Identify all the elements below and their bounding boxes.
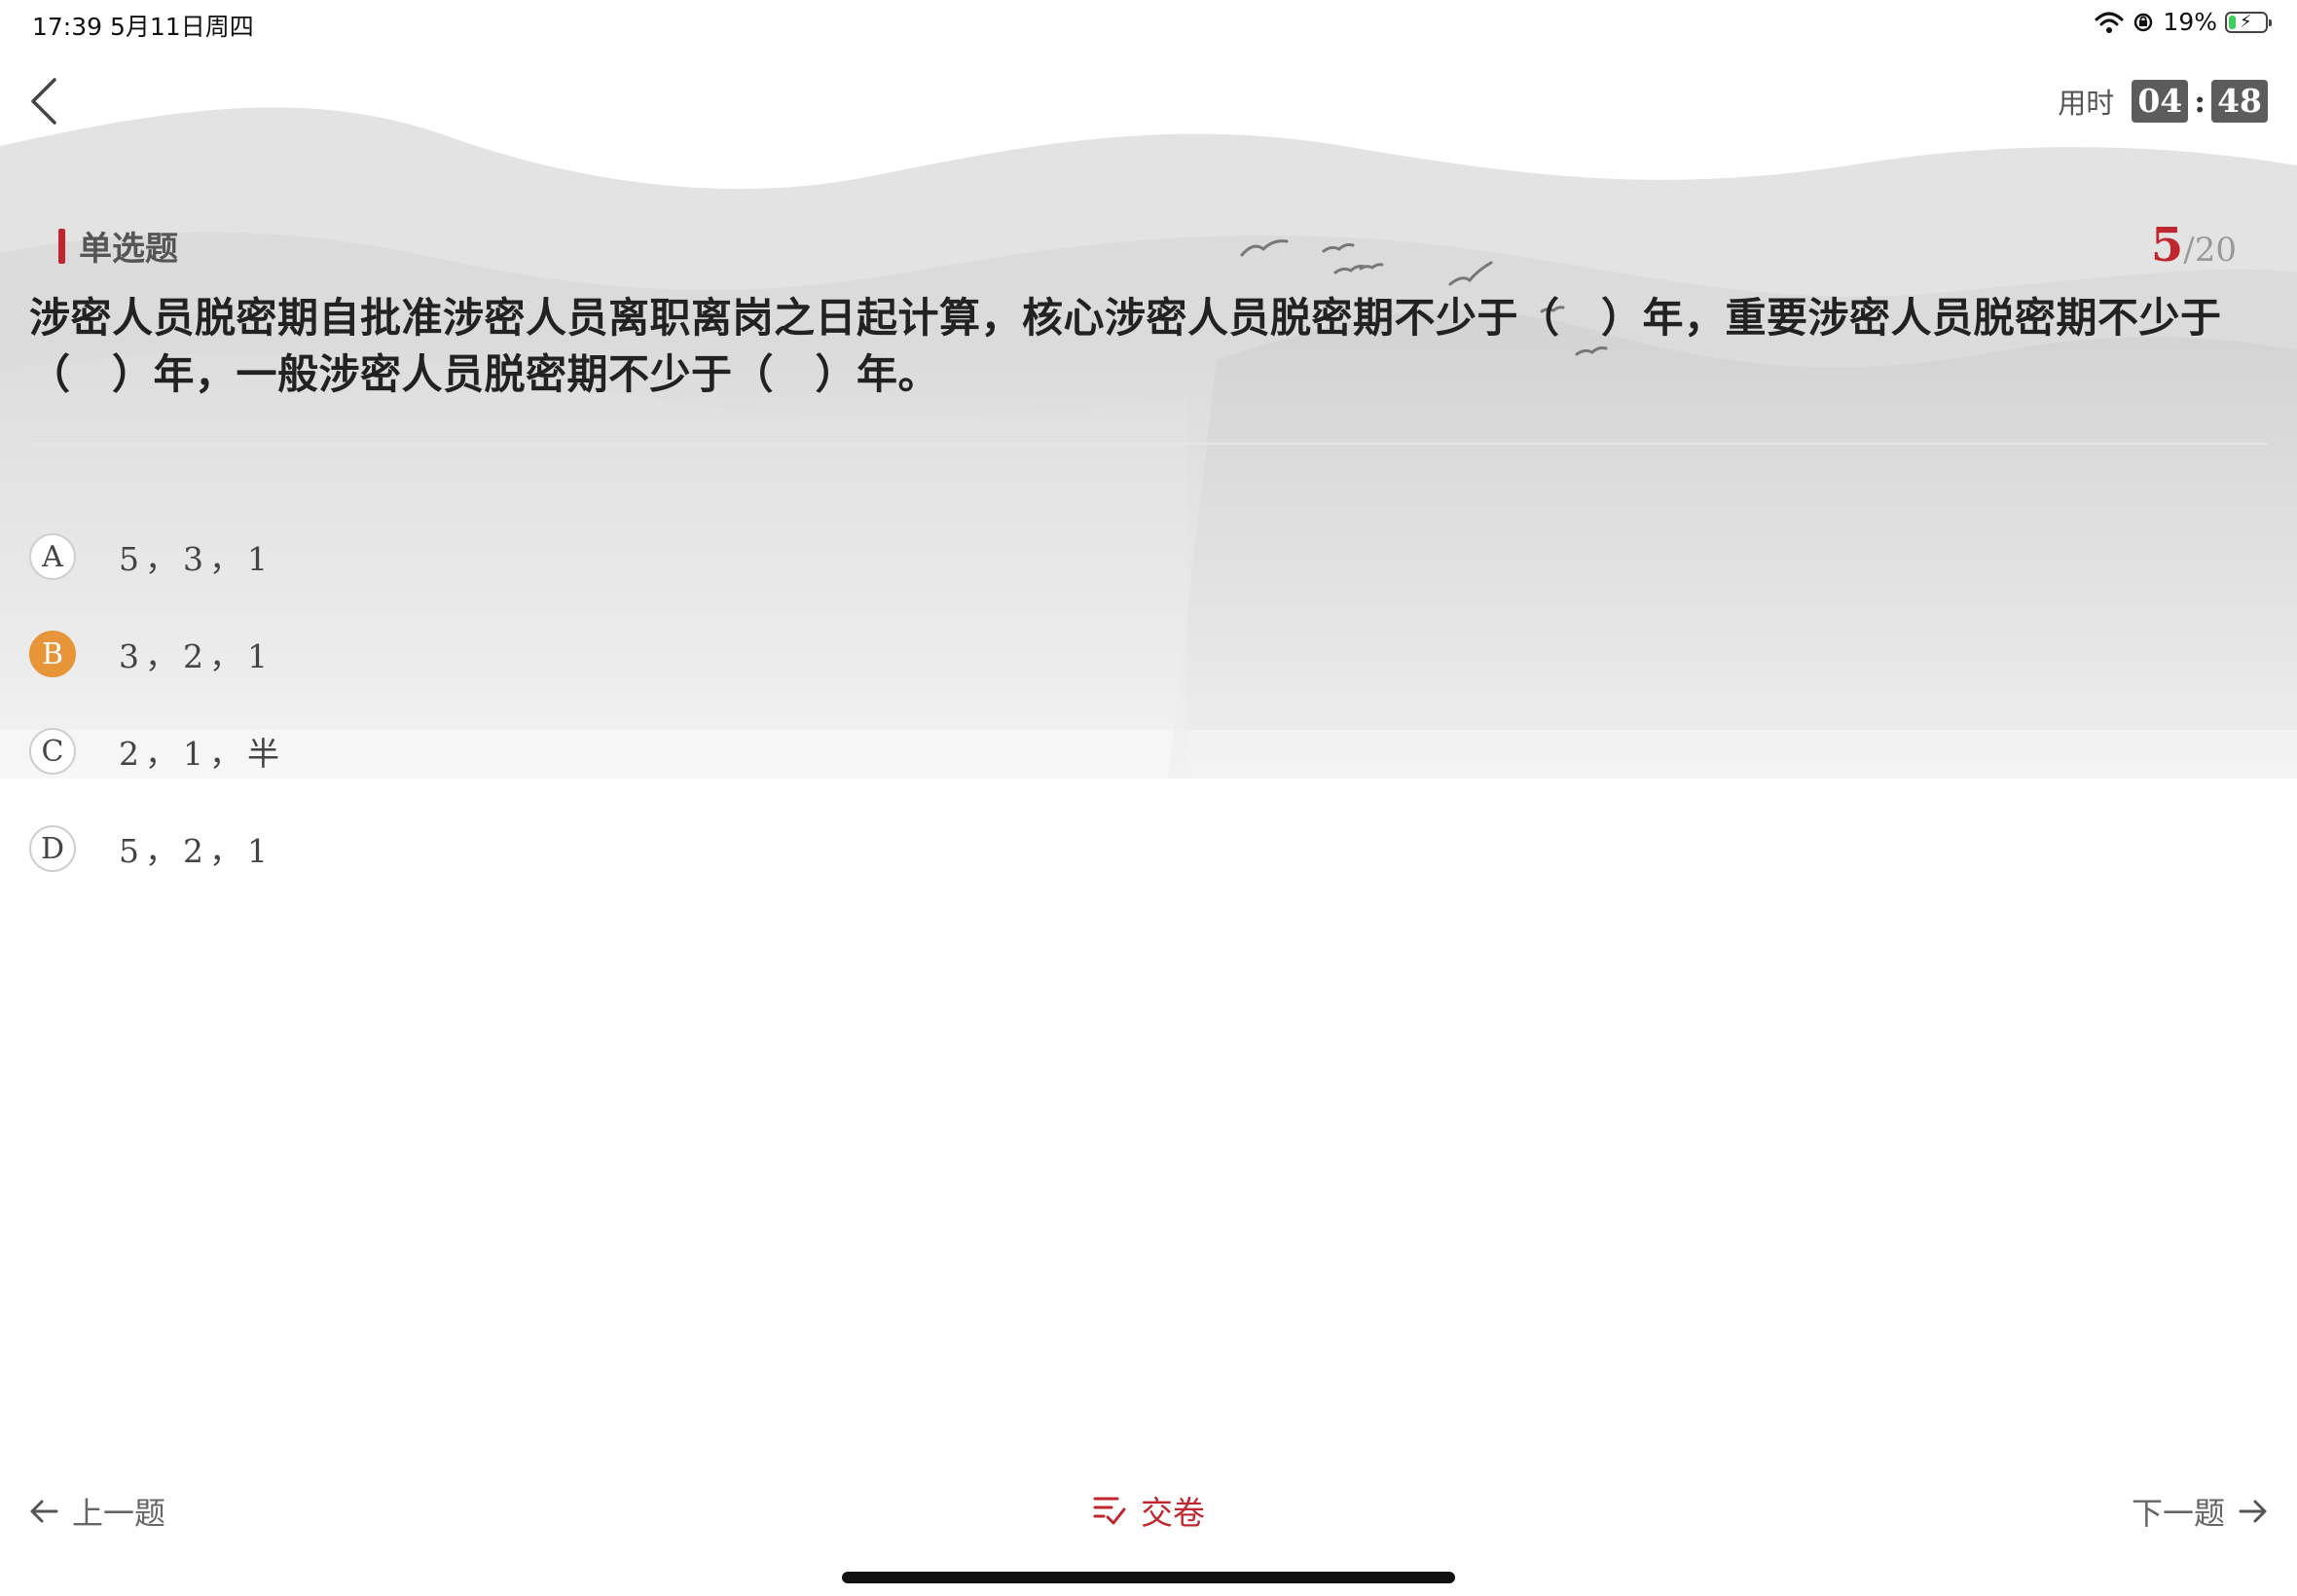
question-divider	[29, 443, 2268, 445]
previous-question-button[interactable]: 上一题	[29, 1489, 165, 1534]
question-progress: 5/20	[2151, 218, 2237, 272]
home-indicator	[842, 1572, 1455, 1583]
battery-icon: ⚡	[2225, 11, 2272, 33]
arrow-left-icon	[30, 1500, 58, 1523]
option-b[interactable]: B 3，2，1	[29, 605, 285, 703]
options-list: A 5，3，1 B 3，2，1 C 2，1，半 D 5，2，1	[29, 508, 285, 897]
charging-bolt-icon: ⚡	[2240, 11, 2252, 32]
question-type-label: 单选题	[79, 230, 178, 269]
submit-exam-button[interactable]: 交卷	[1092, 1487, 1205, 1534]
option-letter: A	[29, 533, 76, 580]
option-d[interactable]: D 5，2，1	[29, 800, 285, 897]
arrow-right-icon	[2239, 1500, 2267, 1523]
next-question-label: 下一题	[2131, 1495, 2225, 1532]
timer-colon: :	[2194, 83, 2206, 120]
current-question-number: 5	[2150, 218, 2184, 272]
battery-level	[2229, 15, 2236, 29]
option-letter: C	[29, 728, 76, 775]
option-text: 2，1，半	[119, 735, 285, 773]
timer-label: 用时	[2058, 87, 2115, 120]
status-time: 17:39 5月11日周四	[32, 13, 254, 41]
total-questions: /20	[2183, 231, 2237, 270]
question-type: 单选题	[58, 222, 178, 270]
option-text: 5，3，1	[119, 540, 273, 578]
next-question-button[interactable]: 下一题	[2132, 1489, 2268, 1534]
back-chevron-icon[interactable]	[25, 74, 64, 128]
submit-list-check-icon	[1093, 1497, 1126, 1525]
mountain-background	[0, 107, 2297, 1070]
elapsed-timer: 用时 04 : 48	[2058, 80, 2268, 123]
option-a[interactable]: A 5，3，1	[29, 508, 285, 605]
option-letter: B	[29, 631, 76, 677]
battery-percent: 19%	[2163, 8, 2217, 36]
option-text: 5，2，1	[119, 832, 273, 870]
question-type-marker	[58, 228, 65, 264]
option-text: 3，2，1	[119, 637, 273, 675]
previous-question-label: 上一题	[72, 1495, 166, 1532]
submit-exam-label: 交卷	[1141, 1494, 1205, 1532]
battery-tip	[2269, 18, 2272, 26]
question-text: 涉密人员脱密期自批准涉密人员离职离岗之日起计算，核心涉密人员脱密期不少于（ ）年…	[29, 294, 2222, 398]
option-c[interactable]: C 2，1，半	[29, 703, 285, 800]
orientation-lock-icon	[2134, 13, 2153, 31]
option-letter: D	[29, 825, 76, 872]
timer-minutes: 04	[2132, 80, 2189, 123]
timer-seconds: 48	[2211, 80, 2268, 123]
status-icons: 19% ⚡	[2095, 8, 2272, 36]
wifi-icon	[2095, 12, 2124, 33]
